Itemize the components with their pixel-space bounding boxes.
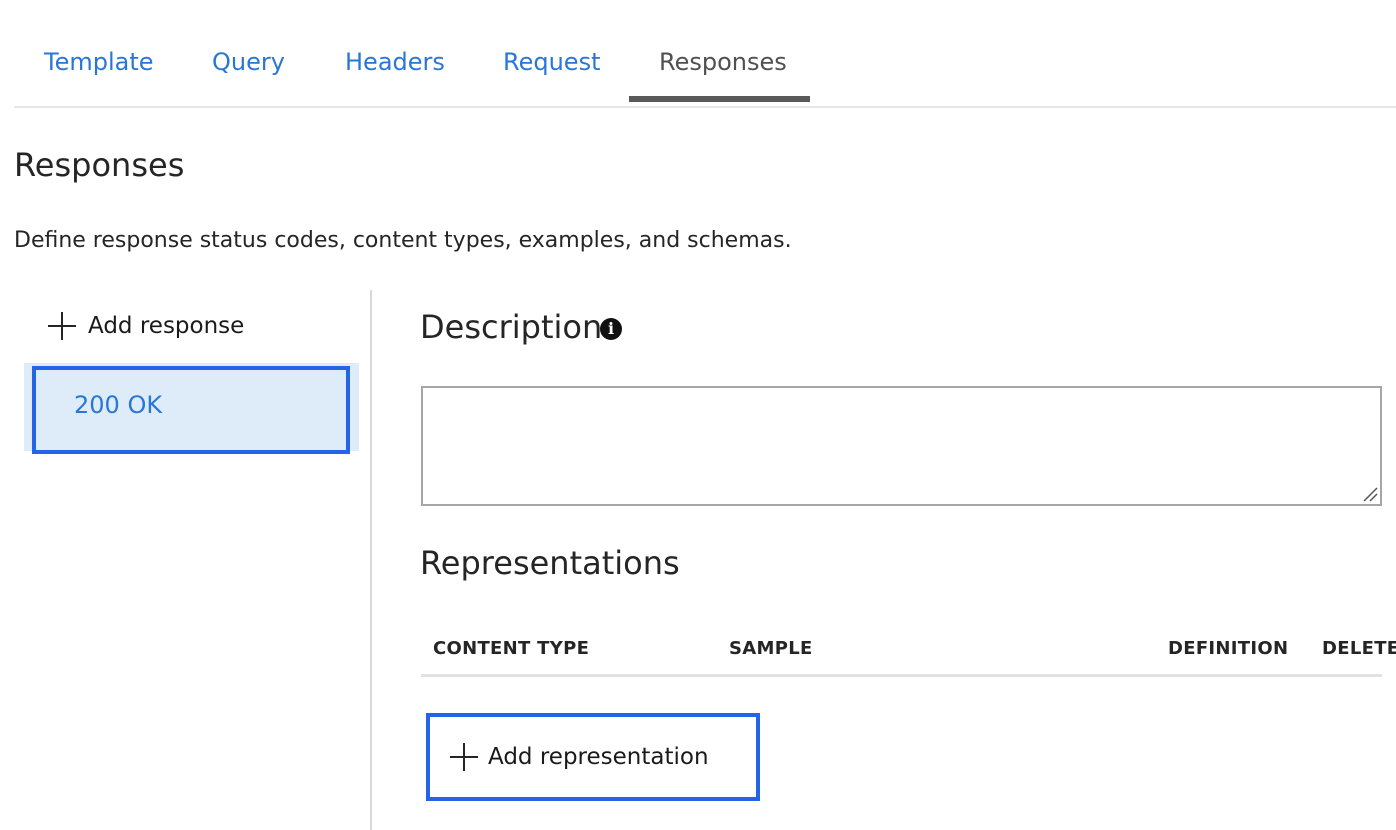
- response-item-label: 200 OK: [74, 391, 163, 419]
- info-icon[interactable]: i: [600, 318, 622, 340]
- add-response-button[interactable]: Add response: [46, 308, 244, 344]
- add-representation-button[interactable]: Add representation: [426, 713, 760, 801]
- tab-query[interactable]: Query: [212, 48, 285, 76]
- page-description: Define response status codes, content ty…: [14, 228, 792, 253]
- tab-bar: Template Query Headers Request Responses: [14, 0, 1396, 108]
- plus-icon: [46, 310, 78, 342]
- table-header-rule: [421, 674, 1382, 677]
- active-tab-indicator: [629, 96, 810, 102]
- representations-title: Representations: [420, 544, 680, 582]
- page-title: Responses: [14, 146, 185, 184]
- description-title: Description: [420, 308, 603, 346]
- tab-request[interactable]: Request: [503, 48, 601, 76]
- tab-headers[interactable]: Headers: [345, 48, 445, 76]
- column-header-definition: DEFINITION: [1168, 638, 1289, 659]
- column-header-content-type: CONTENT TYPE: [433, 638, 590, 659]
- add-representation-label: Add representation: [488, 744, 709, 770]
- column-header-sample: SAMPLE: [729, 638, 813, 659]
- response-item-200[interactable]: 200 OK: [24, 363, 359, 454]
- tab-responses[interactable]: Responses: [659, 48, 787, 76]
- add-response-label: Add response: [88, 313, 245, 339]
- panel-divider: [370, 290, 372, 830]
- tab-template[interactable]: Template: [44, 48, 154, 76]
- resize-grip-icon[interactable]: [1362, 486, 1378, 502]
- plus-icon: [448, 741, 480, 773]
- description-input[interactable]: [421, 386, 1382, 506]
- column-header-delete: DELETE: [1322, 638, 1396, 659]
